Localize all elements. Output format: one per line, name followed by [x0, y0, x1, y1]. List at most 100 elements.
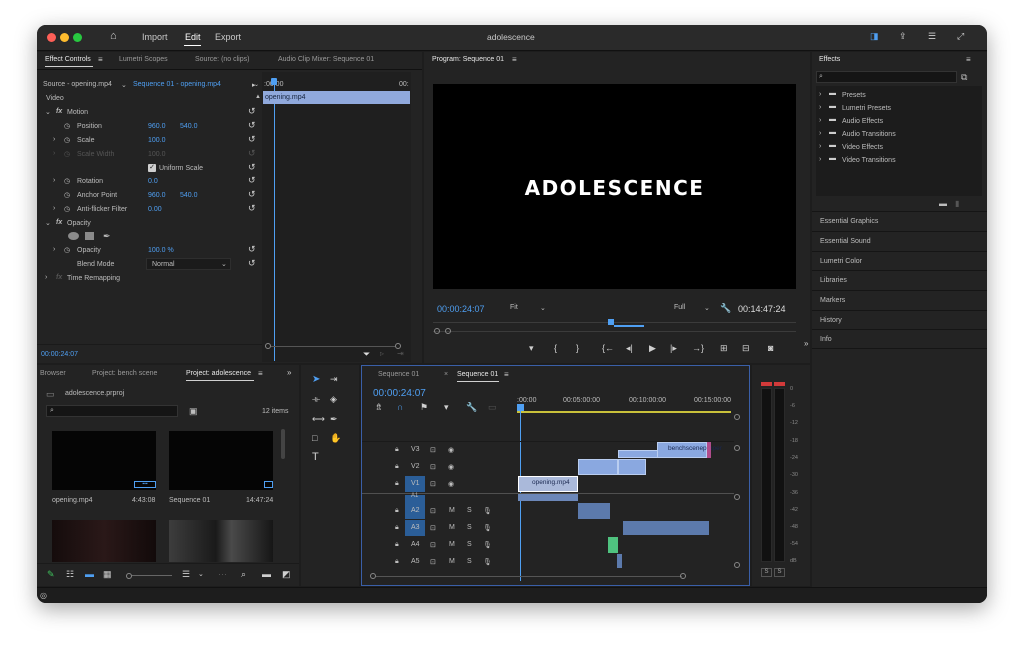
stopwatch-icon[interactable]: ◷	[64, 191, 70, 199]
section-essential-sound[interactable]: Essential Sound	[812, 231, 987, 251]
panel-menu-icon[interactable]: ≡	[504, 370, 509, 379]
ec-timecode[interactable]: 00:00:24:07	[41, 351, 78, 358]
fit-select[interactable]: Fit	[510, 304, 518, 311]
rectangle-mask-icon[interactable]	[85, 232, 94, 240]
freeform-view-icon[interactable]: ▦	[103, 570, 112, 579]
reset-icon[interactable]: ↺	[248, 106, 256, 117]
chevron-down-icon[interactable]: ⌄	[198, 570, 204, 579]
quality-select[interactable]: Full	[674, 304, 685, 311]
clip-v2[interactable]	[578, 459, 618, 475]
home-icon[interactable]: ⌂	[110, 31, 117, 42]
wrench-icon[interactable]: 🔧	[720, 303, 731, 314]
scale-value[interactable]: 100.0	[148, 137, 166, 144]
nav-edit[interactable]: Edit	[185, 32, 201, 42]
pen-tool-icon[interactable]: ✒	[330, 415, 338, 424]
clip-v3-end[interactable]	[707, 442, 711, 458]
linked-select-icon[interactable]: ⚑	[420, 403, 428, 412]
section-history[interactable]: History	[812, 310, 987, 330]
mark-in-icon[interactable]: {	[554, 344, 557, 353]
section-lumetri-color[interactable]: Lumetri Color	[812, 251, 987, 271]
nav-export[interactable]: Export	[215, 32, 241, 42]
wrench-icon[interactable]: 🔧	[466, 403, 477, 412]
step-forward-icon[interactable]: |▸	[670, 344, 677, 353]
section-essential-graphics[interactable]: Essential Graphics	[812, 211, 987, 231]
snap-icon[interactable]: ∩	[397, 403, 403, 412]
ec-playhead[interactable]	[271, 78, 277, 85]
stopwatch-icon[interactable]: ◷	[64, 246, 70, 254]
ellipse-mask-icon[interactable]	[68, 232, 79, 240]
thumbnail-size-slider[interactable]	[132, 575, 172, 576]
rotation-value[interactable]: 0.0	[148, 178, 158, 185]
icon-view-icon[interactable]: ▬	[85, 570, 94, 579]
minimize-window-button[interactable]	[60, 33, 69, 42]
source-select[interactable]: Source - opening.mp4	[43, 81, 112, 88]
expand-arrow-icon[interactable]: ›	[819, 91, 821, 98]
project-search-input[interactable]	[46, 405, 178, 417]
solo-button[interactable]: S	[467, 558, 472, 565]
lift-icon[interactable]: ⊞	[720, 344, 728, 353]
new-bin-icon[interactable]: ▬	[262, 570, 271, 579]
expand-arrow-icon[interactable]: ›	[819, 156, 821, 163]
fx-icon[interactable]: fx	[56, 108, 62, 115]
automate-icon[interactable]: ⋯	[218, 570, 227, 579]
project-scrollbar[interactable]	[281, 429, 285, 459]
reset-icon[interactable]: ↺	[248, 120, 256, 131]
panel-menu-icon[interactable]: ≡	[512, 55, 517, 64]
expand-arrow-icon[interactable]: ›	[45, 274, 47, 281]
fx-icon[interactable]: fx	[56, 219, 62, 226]
new-item-icon[interactable]: ◩	[282, 570, 291, 579]
microphone-icon[interactable]: 🎙︎	[483, 541, 492, 549]
position-y[interactable]: 540.0	[180, 123, 198, 130]
tab-project-bench-scene[interactable]: Project: bench scene	[92, 370, 157, 377]
solo-button[interactable]: S	[467, 507, 472, 514]
opacity-value[interactable]: 100.0 %	[148, 247, 174, 254]
scroll-handle[interactable]	[734, 562, 740, 568]
solo-button[interactable]: S	[467, 541, 472, 548]
panel-menu-icon[interactable]: ≡	[966, 55, 971, 64]
anchor-x[interactable]: 960.0	[148, 192, 166, 199]
chevron-down-icon[interactable]: ⌄	[540, 304, 546, 312]
reset-icon[interactable]: ↺	[248, 134, 256, 145]
timeline-playhead[interactable]	[517, 404, 524, 411]
eye-icon[interactable]: ◉	[448, 463, 454, 471]
antiflicker-value[interactable]: 0.00	[148, 206, 162, 213]
eye-icon[interactable]: ◉	[448, 480, 454, 488]
solo-left-button[interactable]: S	[761, 568, 772, 577]
selection-tool-icon[interactable]: ➤	[312, 375, 320, 385]
fx-icon[interactable]: fx	[56, 274, 62, 281]
tab-source[interactable]: Source: (no clips)	[195, 56, 249, 63]
overflow-icon[interactable]: »	[287, 368, 291, 377]
hand-tool-icon[interactable]: ✋	[330, 434, 341, 443]
ripple-edit-icon[interactable]: ⟛	[312, 395, 320, 404]
sync-lock-icon[interactable]: ⊡	[430, 446, 436, 454]
scroll-handle[interactable]	[734, 414, 740, 420]
reset-icon[interactable]: ↺	[248, 244, 256, 255]
add-marker-icon[interactable]: ▾	[529, 344, 534, 353]
reset-icon[interactable]: ↺	[248, 175, 256, 186]
eye-icon[interactable]: ◉	[448, 446, 454, 454]
audio-clip-a4[interactable]	[608, 537, 618, 553]
audio-clip-a3[interactable]	[623, 521, 709, 535]
track-select-icon[interactable]: ⇥	[330, 375, 338, 384]
expand-arrow-icon[interactable]: ›	[819, 104, 821, 111]
rectangle-tool-icon[interactable]: □	[312, 434, 317, 443]
sync-lock-icon[interactable]: ⊡	[430, 480, 436, 488]
status-icon[interactable]: ◎	[40, 591, 47, 600]
microphone-icon[interactable]: 🎙︎	[483, 524, 492, 532]
lock-icon[interactable]: 🔒︎	[395, 463, 399, 471]
chevron-down-icon[interactable]: ⌄	[221, 260, 227, 268]
pencil-icon[interactable]: ✎	[47, 570, 55, 579]
media-name-sequence[interactable]: Sequence 01	[169, 497, 210, 504]
lock-icon[interactable]: 🔒︎	[395, 558, 399, 566]
reset-icon[interactable]: ↺	[248, 203, 256, 214]
sync-lock-icon[interactable]: ⊡	[430, 463, 436, 471]
share-icon[interactable]: ⇪	[899, 32, 907, 41]
tab-audio-clip-mixer[interactable]: Audio Clip Mixer: Sequence 01	[278, 56, 374, 63]
type-tool-icon[interactable]: T	[312, 452, 319, 463]
mute-button[interactable]: M	[449, 524, 455, 531]
lock-icon[interactable]: 🔒︎	[395, 507, 399, 515]
media-thumb-4[interactable]	[169, 520, 273, 562]
play-only-icon[interactable]: ▸	[252, 81, 256, 89]
new-bin-icon[interactable]: ▣	[189, 406, 198, 417]
tab-browser[interactable]: Browser	[40, 370, 66, 377]
